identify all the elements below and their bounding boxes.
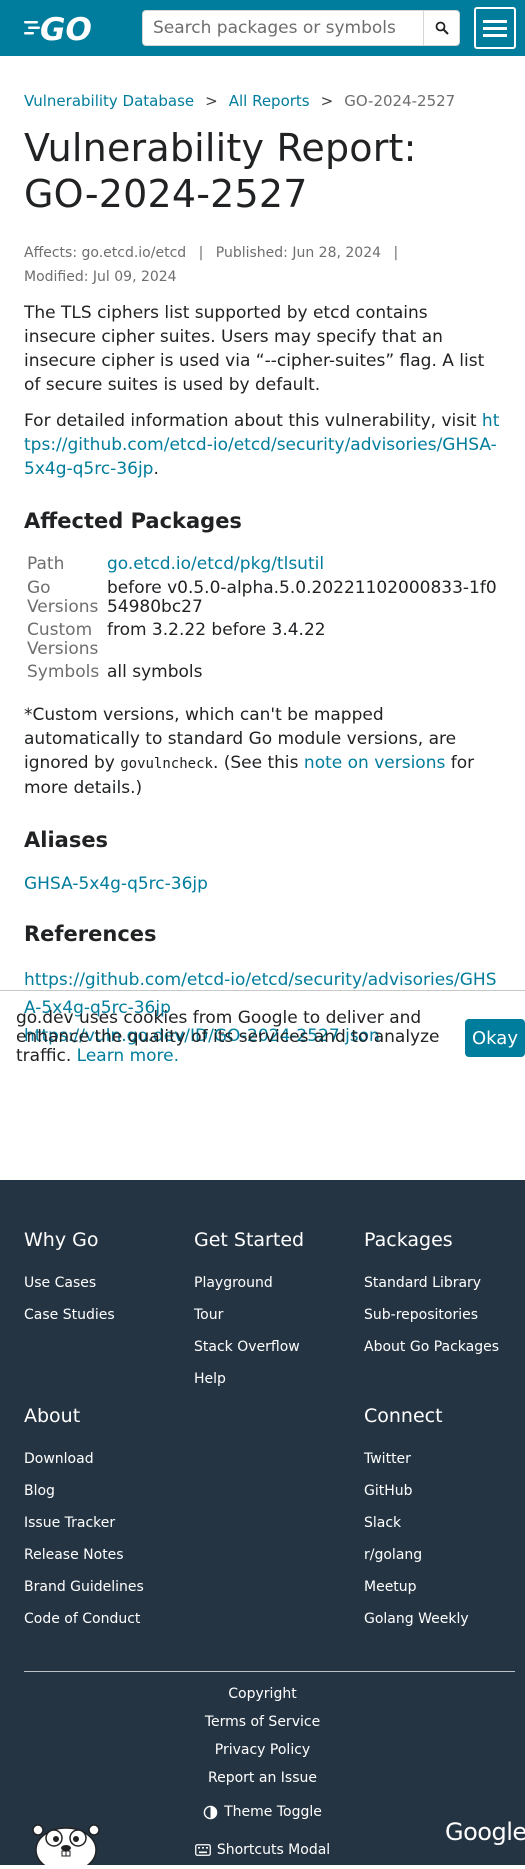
row-key: Go Versions [27, 578, 99, 617]
footer-link[interactable]: Case Studies [24, 1299, 115, 1331]
footer-column-connect: Connect Twitter GitHub Slack r/golang Me… [364, 1404, 469, 1635]
row-value: all symbols [106, 662, 203, 682]
modified-date: Modified: Jul 09, 2024 [24, 269, 177, 285]
terms-link[interactable]: Terms of Service [0, 1708, 525, 1736]
go-logo-icon: GO [24, 12, 92, 44]
table-row: Custom Versions from 3.2.22 before 3.4.2… [24, 619, 501, 661]
alias-link[interactable]: GHSA-5x4g-q5rc-36jp [24, 874, 208, 894]
search-icon [435, 21, 449, 35]
footer-link[interactable]: Playground [194, 1267, 304, 1299]
published-date: Published: Jun 28, 2024 [215, 245, 382, 261]
row-key: Symbols [27, 662, 100, 682]
search-box [142, 10, 460, 46]
footer-column-packages: Packages Standard Library Sub-repositori… [364, 1228, 499, 1363]
affected-packages-heading: Affected Packages [24, 509, 242, 533]
references-heading: References [24, 922, 157, 946]
footer-link[interactable]: Issue Tracker [24, 1507, 144, 1539]
footer-link[interactable]: Stack Overflow [194, 1331, 304, 1363]
footer-link[interactable]: About Go Packages [364, 1331, 499, 1363]
report-meta: Affects: go.etcd.io/etcd | Published: Ju… [24, 245, 399, 285]
breadcrumb: Vulnerability Database > All Reports > G… [24, 91, 501, 111]
footer-link[interactable]: Golang Weekly [364, 1603, 469, 1635]
footer-divider [24, 1671, 515, 1672]
footer-column-about: About Download Blog Issue Tracker Releas… [24, 1404, 144, 1635]
gopher-mascot-icon [24, 1804, 108, 1869]
footer-column-get-started: Get Started Playground Tour Stack Overfl… [194, 1228, 304, 1395]
note-on-versions-link[interactable]: note on versions [304, 753, 445, 773]
footer-link[interactable]: Twitter [364, 1443, 469, 1475]
table-row: Path go.etcd.io/etcd/pkg/tlsutil [24, 553, 501, 577]
footer-link[interactable]: Meetup [364, 1571, 469, 1603]
cookie-banner: go.dev uses cookies from Google to deliv… [0, 990, 525, 1080]
breadcrumb-vulnerability-database[interactable]: Vulnerability Database [24, 92, 194, 110]
search-input[interactable] [143, 11, 423, 45]
keyboard-icon [194, 1844, 211, 1856]
footer-link[interactable]: Help [194, 1363, 304, 1395]
affects-label: Affects: [24, 245, 78, 261]
footer-link[interactable]: Blog [24, 1475, 144, 1507]
alias-list: GHSA-5x4g-q5rc-36jp [24, 874, 501, 894]
footer-link[interactable]: Download [24, 1443, 144, 1475]
privacy-link[interactable]: Privacy Policy [0, 1736, 525, 1764]
google-logo[interactable]: Google [445, 1818, 525, 1846]
aliases-heading: Aliases [24, 828, 109, 852]
row-value: from 3.2.22 before 3.4.22 [106, 620, 326, 640]
row-value: before v0.5.0-alpha.5.0.20221102000833-1… [106, 578, 497, 617]
footer-heading: Why Go [24, 1229, 99, 1251]
footer-link[interactable]: Sub-repositories [364, 1299, 499, 1331]
main-content: Vulnerability Database > All Reports > G… [0, 91, 525, 1050]
table-row: Symbols all symbols [24, 661, 501, 685]
footer-heading: Get Started [194, 1229, 305, 1251]
footer-link[interactable]: Release Notes [24, 1539, 144, 1571]
site-footer: Why Go Use Cases Case Studies Get Starte… [0, 1180, 525, 1869]
package-path-link[interactable]: go.etcd.io/etcd/pkg/tlsutil [107, 554, 324, 574]
footer-link[interactable]: Slack [364, 1507, 469, 1539]
footer-link[interactable]: Standard Library [364, 1267, 499, 1299]
breadcrumb-all-reports[interactable]: All Reports [229, 92, 310, 110]
footer-link[interactable]: r/golang [364, 1539, 469, 1571]
custom-versions-note: *Custom versions, which can't be mapped … [24, 705, 475, 798]
breadcrumb-separator: > [320, 92, 334, 110]
row-key: Path [27, 554, 65, 574]
footer-heading: Connect [364, 1405, 443, 1427]
menu-button[interactable] [474, 7, 516, 49]
search-button[interactable] [423, 11, 459, 45]
report-issue-link[interactable]: Report an Issue [0, 1764, 525, 1792]
go-logo[interactable]: GO [24, 12, 108, 44]
theme-toggle-icon [203, 1805, 218, 1819]
report-detail: For detailed information about this vuln… [24, 411, 500, 479]
page-title: Vulnerability Report: GO-2024-2527 [24, 126, 417, 216]
footer-heading: About [24, 1405, 81, 1427]
table-row: Go Versions before v0.5.0-alpha.5.0.2022… [24, 577, 501, 619]
site-header: GO [0, 0, 525, 56]
report-summary: The TLS ciphers list supported by etcd c… [24, 303, 485, 395]
footer-link[interactable]: Tour [194, 1299, 304, 1331]
cookie-learn-more-link[interactable]: Learn more. [77, 1046, 179, 1066]
hamburger-menu-icon [483, 19, 507, 23]
go-logo-text: GO [40, 12, 92, 44]
govulncheck-code: govulncheck [120, 756, 213, 772]
footer-heading: Packages [364, 1229, 453, 1251]
affected-packages-table: Path go.etcd.io/etcd/pkg/tlsutil Go Vers… [24, 553, 501, 685]
cookie-okay-button[interactable]: Okay [465, 1019, 525, 1057]
breadcrumb-current: GO-2024-2527 [344, 92, 456, 110]
footer-link[interactable]: Brand Guidelines [24, 1571, 144, 1603]
footer-column-why-go: Why Go Use Cases Case Studies [24, 1228, 115, 1331]
row-key: Custom Versions [27, 620, 99, 659]
footer-link[interactable]: Code of Conduct [24, 1603, 144, 1635]
footer-link[interactable]: Use Cases [24, 1267, 115, 1299]
footer-link[interactable]: GitHub [364, 1475, 469, 1507]
affects-value: go.etcd.io/etcd [81, 245, 187, 261]
copyright-link[interactable]: Copyright [0, 1680, 525, 1708]
breadcrumb-separator: > [205, 92, 218, 110]
